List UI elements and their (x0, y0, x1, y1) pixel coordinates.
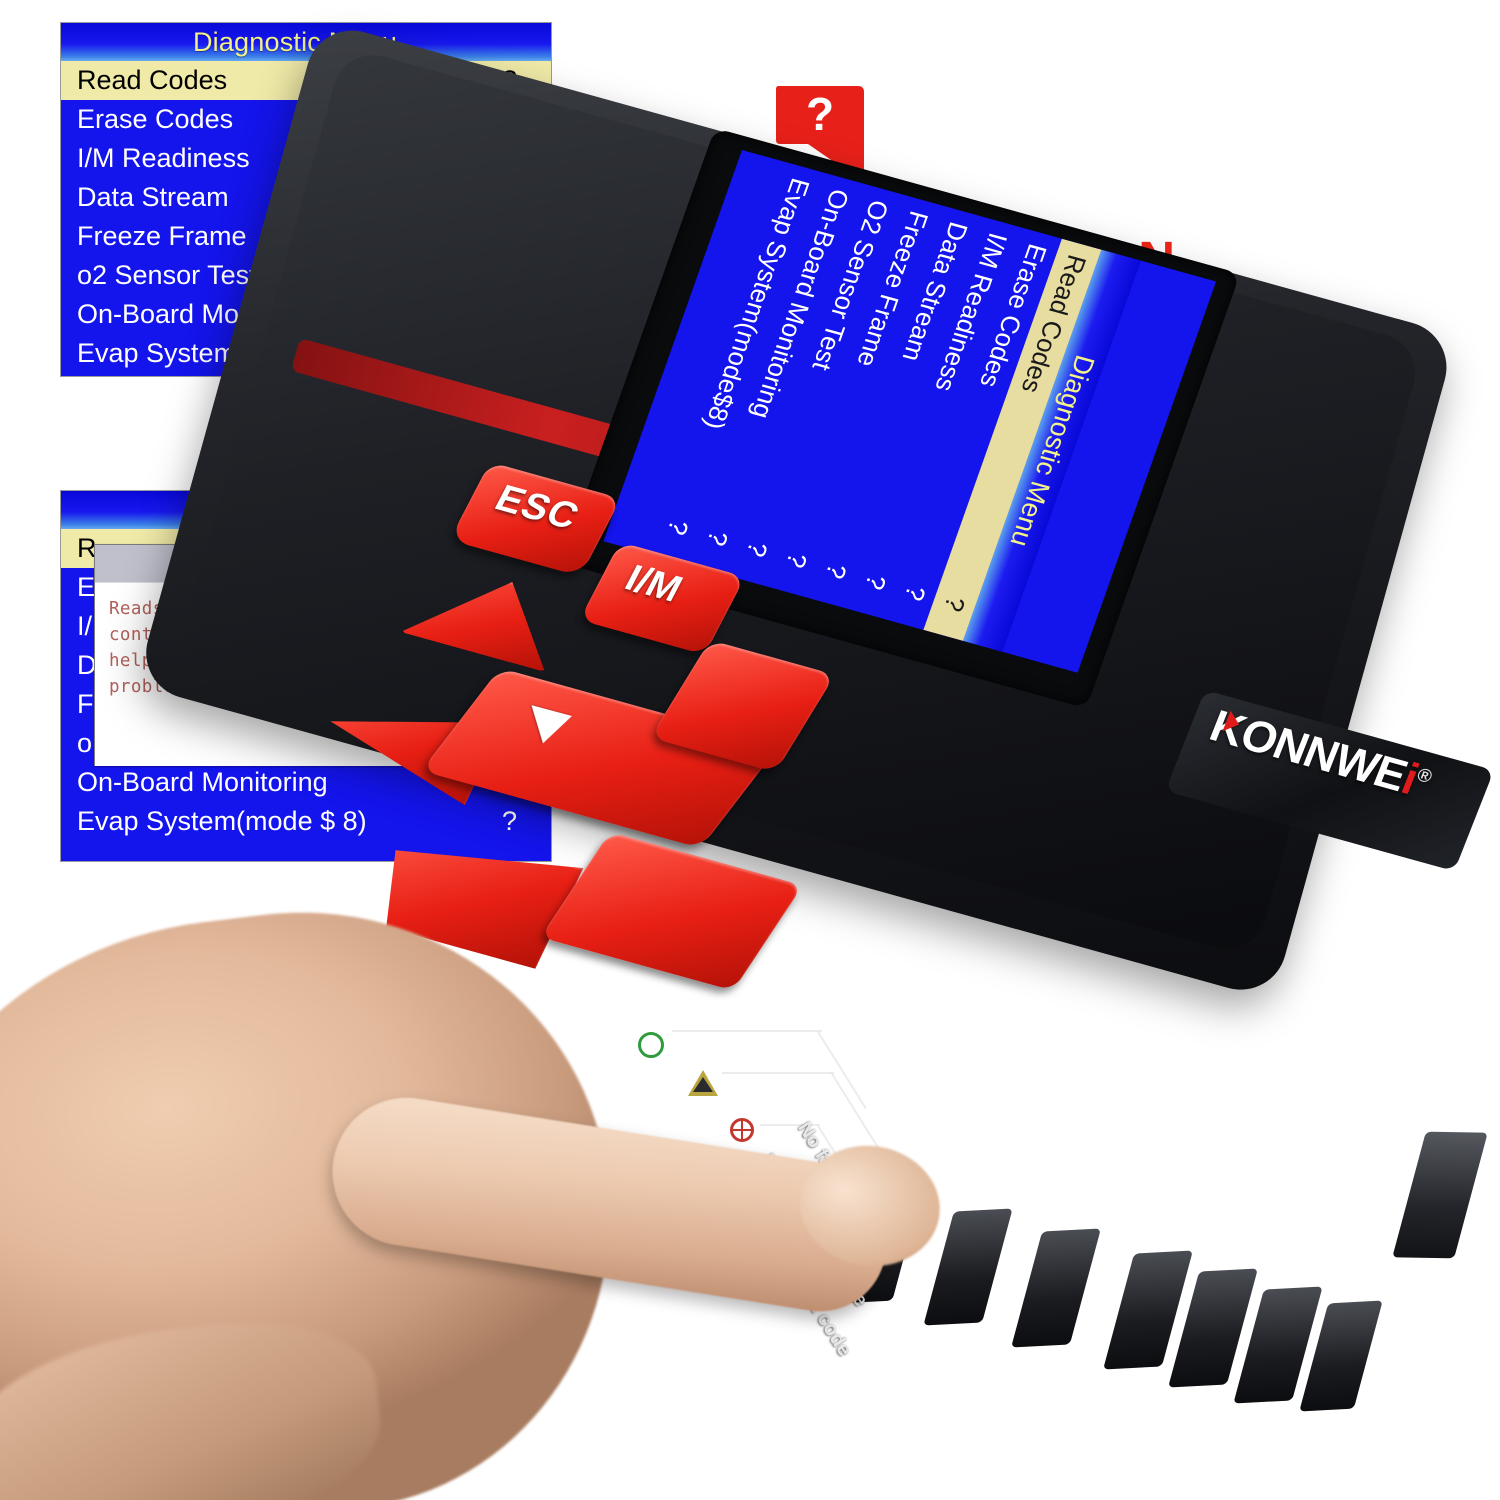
menu-item-label-truncated: E (77, 572, 96, 602)
menu-item-label: On-Board Monitoring (77, 767, 328, 797)
menu-item-label: o2 Sensor Test (77, 260, 257, 290)
menu-item-label: Data Stream (77, 182, 229, 212)
menu-item-label: Freeze Frame (77, 221, 247, 251)
menu-item-label-truncated: o (77, 728, 93, 758)
screen1-title: Diagnostic Menu (61, 23, 551, 61)
menu-item-label: Erase Codes (77, 104, 234, 134)
grip-rib (1011, 1228, 1101, 1348)
menu-item-label: Read Codes (77, 65, 228, 95)
up-arrow-button[interactable] (400, 562, 584, 672)
menu-item-label: Evap System(mode $ 8) (77, 806, 367, 836)
menu-item-label-truncated: F (77, 689, 94, 719)
grip-rib (1392, 1131, 1488, 1259)
svg-text:?: ? (806, 88, 834, 140)
menu-item-label-truncated: I/ (77, 611, 93, 641)
device-keypad: ESC I/M (380, 430, 940, 991)
help-button[interactable] (540, 832, 803, 991)
no-fault-code-led (638, 1032, 664, 1058)
infographic-canvas: Diagnostic Menu Read Codes ? Erase Codes… (0, 0, 1500, 1500)
permanent-fault-led (730, 1118, 754, 1142)
pending-fault-led (688, 1070, 718, 1096)
led-leader-line (816, 1030, 867, 1110)
led-leader-line (722, 1072, 834, 1074)
menu-item-label: I/M Readiness (77, 143, 250, 173)
led-leader-line (672, 1030, 822, 1032)
led-leader-line (830, 1072, 881, 1152)
